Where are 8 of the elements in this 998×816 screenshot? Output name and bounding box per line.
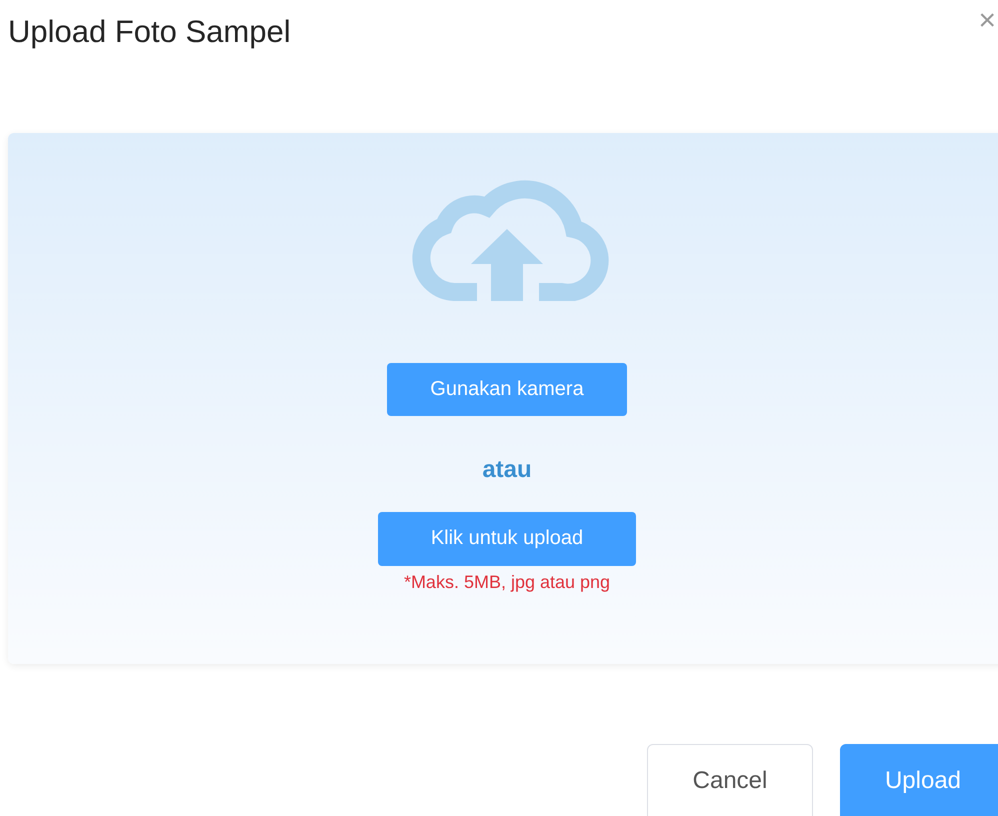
separator-text: atau <box>482 456 532 484</box>
close-button[interactable]: × <box>978 6 996 36</box>
cancel-button[interactable]: Cancel <box>647 744 813 816</box>
file-limit-note: *Maks. 5MB, jpg atau png <box>404 572 610 593</box>
upload-button[interactable]: Upload <box>840 744 998 816</box>
upload-file-button[interactable]: Klik untuk upload <box>378 512 636 566</box>
camera-button[interactable]: Gunakan kamera <box>387 362 627 416</box>
dialog-title: Upload Foto Sampel <box>8 14 291 50</box>
